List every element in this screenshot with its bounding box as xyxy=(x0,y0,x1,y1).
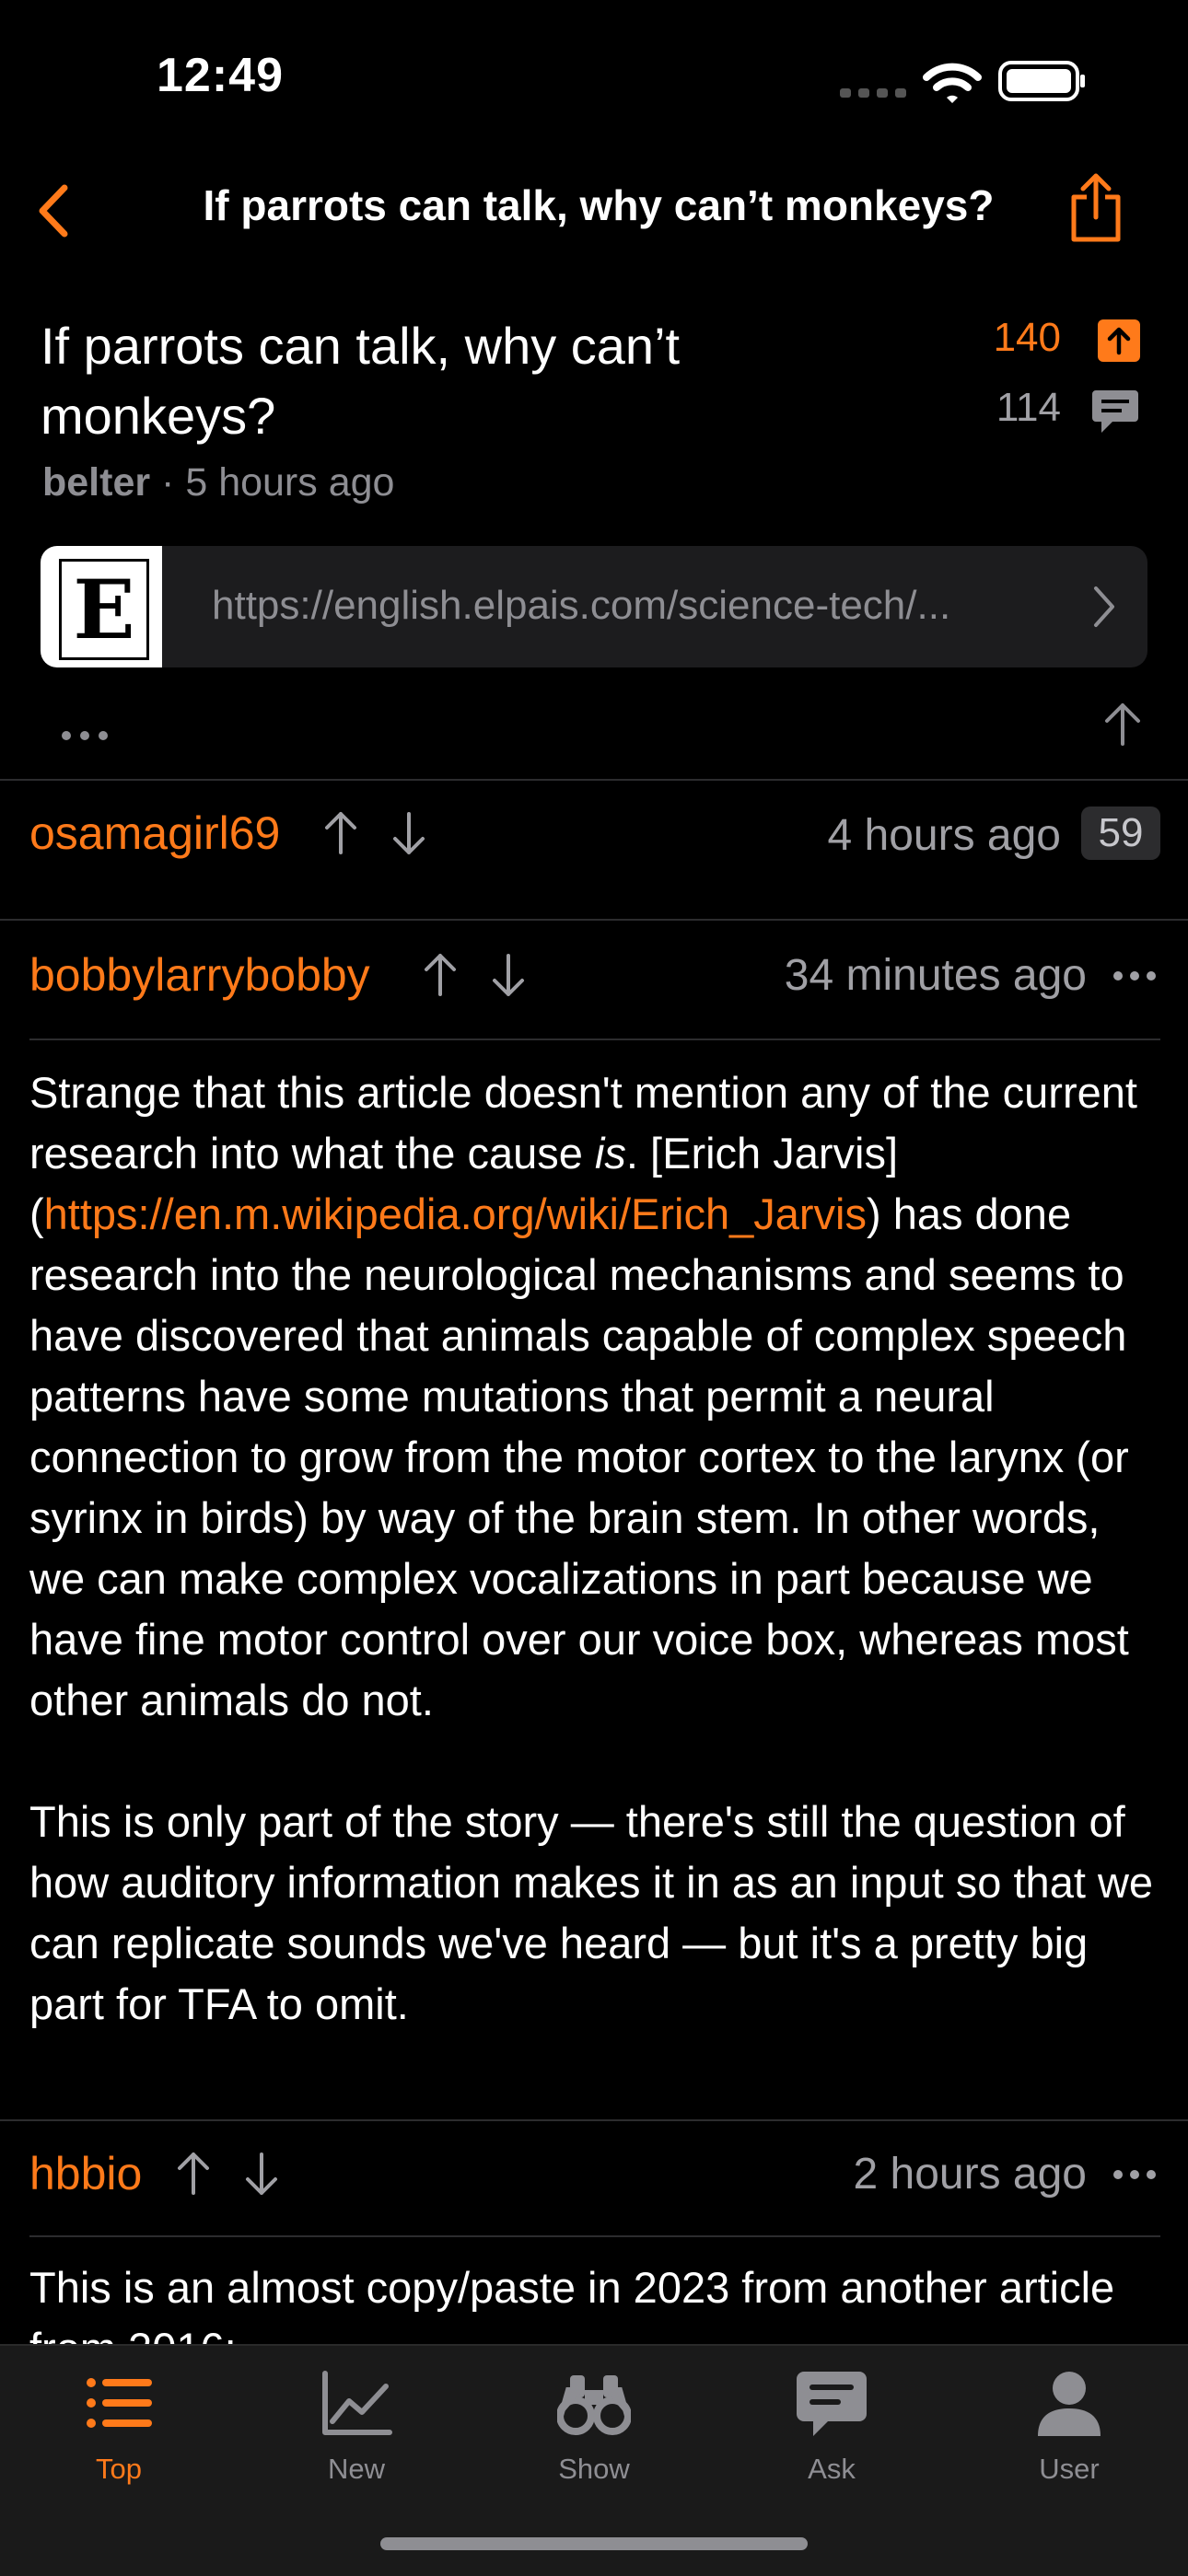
comment-downvote-icon[interactable] xyxy=(243,2151,280,2197)
story-author[interactable]: belter xyxy=(42,460,150,505)
story-title[interactable]: If parrots can talk, why can’t monkeys? xyxy=(41,311,888,451)
divider xyxy=(29,1039,1160,1040)
story-meta: belter · 5 hours ago xyxy=(42,460,395,505)
story-time: 5 hours ago xyxy=(185,460,395,505)
tab-top[interactable]: Top xyxy=(0,2346,238,2530)
comment-time: 4 hours ago xyxy=(827,811,1061,860)
cellular-signal-icon xyxy=(840,88,906,98)
divider xyxy=(29,2235,1160,2237)
comment-more-icon[interactable] xyxy=(1112,970,1157,981)
comment-username[interactable]: osamagirl69 xyxy=(29,806,280,860)
comment-body: Strange that this article doesn't mentio… xyxy=(29,1068,1154,2028)
person-icon xyxy=(1038,2372,1101,2436)
comment-time: 2 hours ago xyxy=(853,2150,1087,2199)
link-card[interactable]: E https://english.elpais.com/science-tec… xyxy=(41,546,1147,667)
collapsed-count-badge[interactable]: 59 xyxy=(1081,806,1160,860)
tab-label: Top xyxy=(96,2453,142,2485)
comment-upvote-icon[interactable] xyxy=(422,952,459,998)
story-points: 140 xyxy=(993,315,1061,360)
tab-new[interactable]: New xyxy=(238,2346,475,2530)
comment-upvote-icon[interactable] xyxy=(175,2151,212,2197)
comment-bubble-icon[interactable] xyxy=(1090,387,1140,436)
speech-bubble-icon xyxy=(797,2372,867,2436)
upvote-icon[interactable] xyxy=(1098,319,1140,362)
chart-icon xyxy=(322,2371,392,2435)
divider xyxy=(0,779,1188,781)
nav-title: If parrots can talk, why can’t monkeys? xyxy=(203,181,995,229)
battery-icon xyxy=(998,61,1085,101)
list-icon xyxy=(87,2378,152,2428)
tab-label: Ask xyxy=(808,2453,856,2485)
site-favicon: E xyxy=(41,546,162,667)
tab-ask[interactable]: Ask xyxy=(713,2346,950,2530)
divider xyxy=(0,2119,1188,2121)
wifi-icon xyxy=(923,63,982,103)
divider xyxy=(0,919,1188,921)
comment-downvote-icon[interactable] xyxy=(490,952,527,998)
tab-label: New xyxy=(327,2453,385,2485)
tab-label: User xyxy=(1039,2453,1100,2485)
story-comment-count: 114 xyxy=(996,385,1061,430)
comment-link[interactable]: https://en.m.wikipedia.org/wiki/Erich_Ja… xyxy=(44,1189,867,1238)
scroll-to-top-icon[interactable] xyxy=(1101,702,1144,748)
share-icon[interactable] xyxy=(1068,173,1124,243)
home-indicator xyxy=(380,2537,808,2550)
comment-upvote-icon[interactable] xyxy=(322,810,359,856)
link-url: https://english.elpais.com/science-tech/… xyxy=(212,583,951,628)
comment-username[interactable]: bobbylarrybobby xyxy=(29,948,370,1002)
more-icon[interactable] xyxy=(61,730,109,741)
tab-label: Show xyxy=(558,2453,630,2485)
comment-time: 34 minutes ago xyxy=(784,951,1087,1000)
chevron-right-icon xyxy=(1094,586,1114,627)
back-chevron-icon[interactable] xyxy=(35,182,72,239)
comment-more-icon[interactable] xyxy=(1112,2169,1157,2180)
comment-downvote-icon[interactable] xyxy=(390,810,427,856)
tab-user[interactable]: User xyxy=(950,2346,1188,2530)
tab-show[interactable]: Show xyxy=(475,2346,713,2530)
comment-username[interactable]: hbbio xyxy=(29,2147,142,2200)
status-time: 12:49 xyxy=(157,49,284,102)
binoculars-icon xyxy=(557,2375,631,2435)
